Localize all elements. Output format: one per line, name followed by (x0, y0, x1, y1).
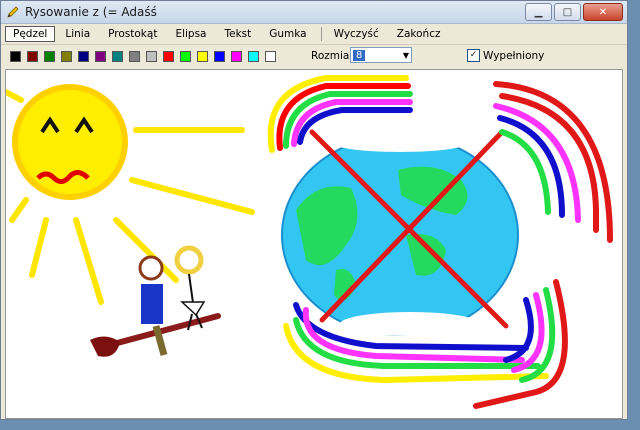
clear-button[interactable]: Wyczyść (326, 26, 387, 42)
exit-button[interactable]: Zakończ (389, 26, 449, 42)
color-swatch-9[interactable] (163, 50, 174, 62)
app-window: Rysowanie z (= Adaśś ▁ □ ✕ Pędzel Linia … (0, 0, 628, 420)
drawing-canvas[interactable] (3, 69, 623, 419)
tool-eraser[interactable]: Gumka (261, 26, 314, 42)
color-swatch-13[interactable] (231, 50, 242, 62)
minimize-icon: ▁ (534, 6, 543, 18)
color-swatch-11[interactable] (197, 50, 208, 62)
maximize-icon: □ (562, 6, 573, 18)
tool-bar: Pędzel Linia Prostokąt Elipsa Tekst Gumk… (1, 24, 627, 45)
window-controls: ▁ □ ✕ (525, 3, 623, 21)
tool-brush[interactable]: Pędzel (5, 26, 56, 42)
globe-drawing (281, 129, 519, 336)
color-swatch-8[interactable] (146, 50, 157, 62)
tool-ellipse[interactable]: Elipsa (167, 26, 214, 42)
color-swatch-7[interactable] (129, 50, 140, 62)
close-button[interactable]: ✕ (583, 3, 623, 21)
size-value: 8 (353, 49, 366, 61)
toolbar-separator (320, 27, 322, 41)
color-swatch-1[interactable] (27, 50, 38, 62)
maximize-button[interactable]: □ (554, 3, 581, 21)
tool-line[interactable]: Linia (57, 26, 98, 42)
fill-label: Wypełniony (483, 49, 545, 62)
title-bar[interactable]: Rysowanie z (= Adaśś ▁ □ ✕ (1, 1, 627, 24)
color-swatch-2[interactable] (44, 50, 55, 62)
tool-text[interactable]: Tekst (217, 26, 260, 42)
checkbox-icon: ✓ (467, 49, 480, 62)
window-title: Rysowanie z (= Adaśś (25, 5, 157, 19)
close-icon: ✕ (598, 6, 608, 18)
size-select[interactable]: 8 ▼ (350, 47, 412, 63)
fill-checkbox[interactable]: ✓ Wypełniony (467, 49, 544, 62)
color-palette (10, 50, 282, 62)
drawing (3, 75, 613, 409)
pencil-icon (7, 6, 19, 18)
minimize-button[interactable]: ▁ (525, 3, 552, 21)
color-swatch-6[interactable] (112, 50, 123, 62)
color-swatch-5[interactable] (95, 50, 106, 62)
options-bar: Rozmiar: 8 ▼ ✓ Wypełniony (1, 45, 627, 67)
color-swatch-12[interactable] (214, 50, 225, 62)
color-swatch-0[interactable] (10, 50, 21, 62)
color-swatch-3[interactable] (61, 50, 72, 62)
tool-rectangle[interactable]: Prostokąt (100, 26, 165, 42)
color-swatch-14[interactable] (248, 50, 259, 62)
color-swatch-4[interactable] (78, 50, 89, 62)
color-swatch-10[interactable] (180, 50, 191, 62)
people-on-broom-drawing (90, 245, 221, 357)
color-swatch-15[interactable] (265, 50, 276, 62)
sun-drawing (3, 84, 255, 305)
chevron-down-icon: ▼ (402, 51, 409, 60)
